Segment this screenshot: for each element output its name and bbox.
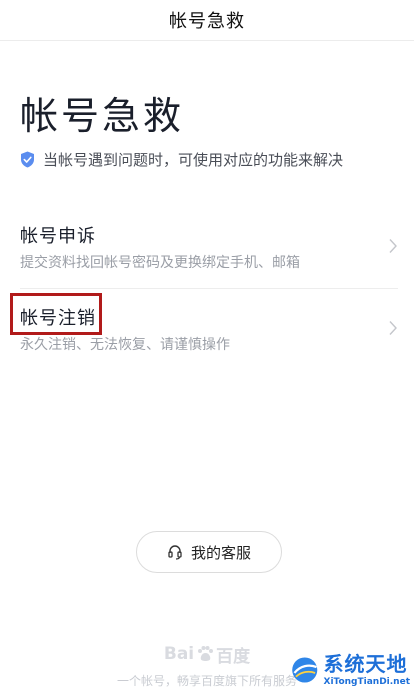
- account-cancel-desc: 永久注销、无法恢复、请谨慎操作: [20, 337, 230, 353]
- page-title: 帐号急救: [20, 94, 185, 138]
- my-customer-service-label: 我的客服: [190, 543, 251, 562]
- my-customer-service-button[interactable]: 我的客服: [136, 531, 282, 573]
- page-subtitle: 当帐号遇到问题时，可使用对应的功能来解决: [20, 149, 343, 169]
- paw-icon: [198, 646, 214, 661]
- page-subtitle-text: 当帐号遇到问题时，可使用对应的功能来解决: [43, 150, 344, 169]
- headset-icon: [168, 545, 182, 560]
- site-watermark: 系统天地 XiTongTianDi.net: [290, 646, 410, 694]
- chevron-right-icon: [389, 239, 397, 253]
- shield-check-icon: [21, 151, 34, 167]
- chevron-right-icon: [389, 321, 397, 335]
- account-appeal-option[interactable]: 帐号申诉 提交资料找回帐号密码及更换绑定手机、邮箱: [20, 214, 398, 289]
- account-appeal-title: 帐号申诉: [20, 226, 96, 247]
- account-appeal-desc: 提交资料找回帐号密码及更换绑定手机、邮箱: [20, 255, 300, 271]
- page-header-title: 帐号急救: [169, 11, 245, 32]
- globe-logo-icon: [292, 657, 318, 683]
- highlight-box: [10, 293, 102, 335]
- baidu-logo: Bai 百度: [163, 644, 251, 667]
- top-bar: 帐号急救: [0, 0, 414, 41]
